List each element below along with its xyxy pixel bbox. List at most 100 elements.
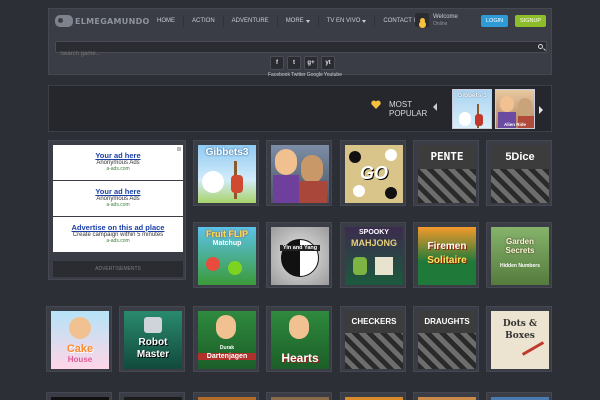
game-tile-garden-secrets[interactable]: Garden Secrets Hidden Numbers — [486, 222, 552, 288]
game-tile-partial[interactable] — [413, 392, 479, 400]
nav-label: ADVENTURE — [231, 18, 269, 24]
game-title: Yin and Yang — [280, 245, 320, 251]
youtube-icon[interactable]: yt — [321, 56, 335, 70]
game-title: Robot — [138, 337, 168, 348]
facebook-icon[interactable]: f — [270, 56, 284, 70]
game-subtitle: Matchup — [212, 240, 242, 247]
game-tile-yin-yang[interactable]: Yin and Yang — [266, 222, 332, 288]
ad-title[interactable]: Advertise on this ad place — [53, 223, 183, 232]
ad-url[interactable]: a-ads.com — [53, 166, 183, 172]
game-subtitle: Dartenjagen — [198, 353, 256, 360]
game-tile-robot-master[interactable]: Robot Master — [119, 306, 185, 372]
game-tile-partial[interactable] — [46, 392, 112, 400]
fruit-graphic — [228, 261, 242, 275]
game-title: DRAUGHTS — [418, 311, 476, 333]
social-label[interactable]: Youtube — [324, 72, 342, 78]
game-thumbnail — [271, 145, 329, 203]
nav-tv-en-vivo[interactable]: TV EN VIVO — [317, 15, 375, 27]
game-title: Durak — [219, 345, 235, 351]
google-plus-icon[interactable]: g+ — [304, 56, 318, 70]
signup-label: SIGNUP — [520, 18, 542, 24]
game-tile-durak[interactable]: Durak Dartenjagen — [193, 306, 259, 372]
character-head-graphic — [500, 96, 514, 112]
ad-slot-3[interactable]: Advertise on this ad place Create campai… — [53, 217, 183, 252]
game-tile-cake-house[interactable]: Cake House — [46, 306, 112, 372]
ad-slot-2[interactable]: Your ad here Anonymous Ads a-ads.com — [53, 181, 183, 216]
nav-adventure[interactable]: ADVENTURE — [222, 15, 277, 27]
character-body-graphic — [299, 181, 327, 203]
search-icon[interactable] — [538, 44, 543, 49]
popular-game-gibbets[interactable]: Gibbets 3 — [452, 89, 492, 129]
game-tile-partial[interactable] — [119, 392, 185, 400]
login-button[interactable]: LOGIN — [481, 15, 509, 27]
search-bar — [55, 41, 547, 59]
ad-title[interactable]: Your ad here — [53, 187, 183, 196]
game-tile-firemen-solitaire[interactable]: Firemen Solitaire — [413, 222, 479, 288]
game-tile-draughts[interactable]: DRAUGHTS — [413, 306, 479, 372]
game-tile-partial[interactable] — [266, 392, 332, 400]
game-subtitle: Boxes — [505, 331, 535, 341]
nav-more[interactable]: MORE — [276, 15, 318, 27]
signup-button[interactable]: SIGNUP — [515, 15, 547, 27]
game-tile-checkers[interactable]: CHECKERS — [340, 306, 406, 372]
ad-url[interactable]: a-ads.com — [53, 238, 183, 244]
game-subtitle: Hidden Numbers — [499, 263, 540, 269]
sheep-graphic — [459, 112, 471, 126]
social-label[interactable]: Facebook — [268, 72, 290, 78]
game-thumbnail: Durak Dartenjagen — [198, 311, 256, 369]
game-tile-fruit-flip[interactable]: Fruit FLIP Matchup — [193, 222, 259, 288]
game-tile-spooky-mahjong[interactable]: SPOOKY MAHJONG — [340, 222, 406, 288]
game-subtitle: Solitaire — [427, 255, 467, 266]
game-tile-pente[interactable]: PENTE — [413, 140, 479, 206]
nav-action[interactable]: ACTION — [183, 15, 223, 27]
heart-icon — [371, 100, 381, 109]
ad-url[interactable]: a-ads.com — [53, 202, 183, 208]
game-tile-cartoon[interactable] — [266, 140, 332, 206]
character-head-graphic — [289, 315, 309, 339]
mahjong-tile-graphic — [375, 257, 393, 275]
game-title: SPOOKY — [359, 229, 389, 236]
game-title: 5Dice — [491, 145, 549, 169]
user-icon — [415, 13, 429, 27]
game-title: GO — [359, 163, 388, 183]
login-label: LOGIN — [486, 18, 504, 24]
ad-slot-1[interactable]: Your ad here Anonymous Ads a-ads.com — [53, 145, 183, 180]
game-tile-go[interactable]: GO — [340, 140, 406, 206]
game-thumbnail: GO — [345, 145, 403, 203]
nav-home[interactable]: HOME — [149, 15, 183, 27]
game-title: Fruit FLIP — [206, 229, 248, 239]
game-title: Cake — [66, 343, 94, 355]
game-tile-partial[interactable] — [486, 392, 552, 400]
game-thumbnail: SPOOKY MAHJONG — [345, 227, 403, 285]
character-head-graphic — [69, 317, 91, 339]
social-label[interactable]: Twitter — [291, 72, 306, 78]
carousel-prev-icon[interactable] — [433, 103, 437, 111]
welcome-text: Welcome — [433, 13, 458, 20]
carousel-next-icon[interactable] — [539, 106, 543, 114]
go-stone-graphic — [385, 149, 397, 161]
site-logo[interactable]: ELMEGAMUNDO — [55, 15, 150, 27]
game-title: PENTE — [418, 145, 476, 169]
chevron-down-icon — [362, 19, 367, 23]
game-tile-5dice[interactable]: 5Dice — [486, 140, 552, 206]
close-icon[interactable] — [177, 147, 181, 151]
game-title: Firemen — [427, 241, 467, 252]
game-tile-dots-boxes[interactable]: Dots & Boxes — [486, 306, 552, 372]
game-tile-hearts[interactable]: Hearts — [266, 306, 332, 372]
popular-game-alien-ride[interactable]: Alien Ride — [495, 89, 535, 129]
game-thumbnail: Garden Secrets Hidden Numbers — [491, 227, 549, 285]
social-label[interactable]: Google — [307, 72, 323, 78]
twitter-icon[interactable]: t — [287, 56, 301, 70]
game-tile-gibbets3[interactable]: Gibbets3 — [193, 140, 259, 206]
character-head-graphic — [275, 149, 297, 175]
pencil-graphic — [521, 341, 545, 356]
game-title: Gibbets3 — [205, 147, 249, 158]
zombie-graphic — [353, 257, 367, 275]
game-tile-partial[interactable] — [193, 392, 259, 400]
gamepad-icon — [55, 15, 73, 27]
online-status: Online — [433, 20, 448, 27]
game-subtitle: House — [67, 355, 93, 364]
user-status: Welcome Online — [415, 13, 458, 27]
game-tile-partial[interactable] — [340, 392, 406, 400]
ad-title[interactable]: Your ad here — [53, 151, 183, 160]
